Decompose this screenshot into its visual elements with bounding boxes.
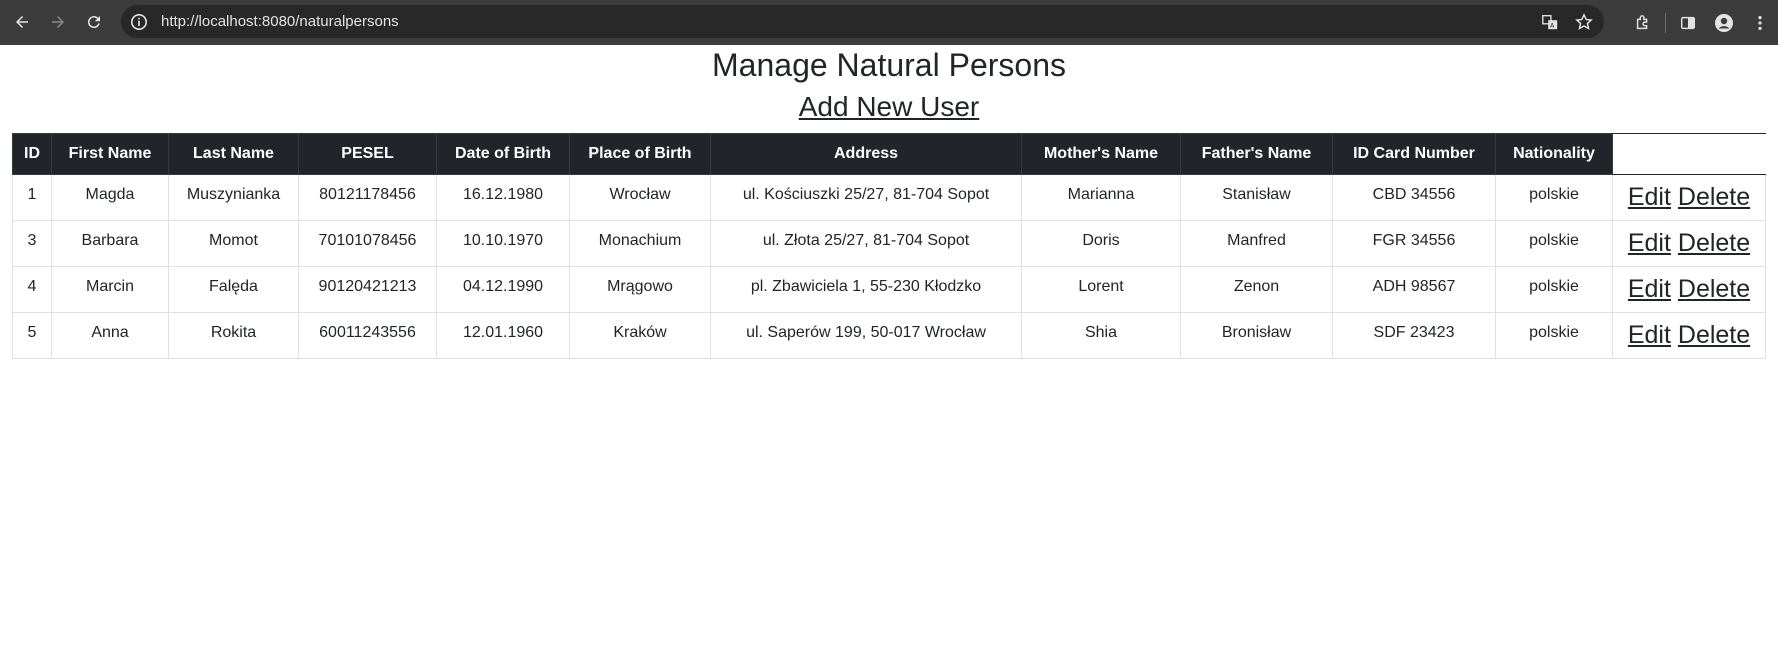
cell-id: 4 bbox=[12, 266, 52, 313]
column-header-actions bbox=[1612, 133, 1766, 175]
cell-last-name: Momot bbox=[168, 220, 299, 267]
delete-link[interactable]: Delete bbox=[1678, 275, 1750, 303]
cell-nationality: polskie bbox=[1495, 220, 1613, 267]
cell-id-card-number: FGR 34556 bbox=[1332, 220, 1496, 267]
cell-place-of-birth: Kraków bbox=[569, 312, 711, 359]
column-header-last-name: Last Name bbox=[168, 133, 299, 175]
column-header-first-name: First Name bbox=[51, 133, 169, 175]
cell-place-of-birth: Wrocław bbox=[569, 174, 711, 221]
column-header-mothers-name: Mother's Name bbox=[1021, 133, 1181, 175]
toolbar-separator bbox=[1665, 12, 1666, 33]
column-header-id: ID bbox=[12, 133, 52, 175]
cell-nationality: polskie bbox=[1495, 312, 1613, 359]
cell-pesel: 90120421213 bbox=[298, 266, 437, 313]
cell-mothers-name: Lorent bbox=[1021, 266, 1181, 313]
cell-last-name: Falęda bbox=[168, 266, 299, 313]
cell-mothers-name: Marianna bbox=[1021, 174, 1181, 221]
cell-actions: Edit Delete bbox=[1612, 174, 1766, 221]
cell-fathers-name: Manfred bbox=[1180, 220, 1333, 267]
delete-link[interactable]: Delete bbox=[1678, 321, 1750, 349]
extensions-icon[interactable] bbox=[1625, 5, 1661, 41]
edit-link[interactable]: Edit bbox=[1628, 321, 1671, 349]
cell-first-name: Anna bbox=[51, 312, 169, 359]
column-header-fathers-name: Father's Name bbox=[1180, 133, 1333, 175]
table-row: 5 Anna Rokita 60011243556 12.01.1960 Kra… bbox=[12, 312, 1766, 359]
add-new-user-link-wrapper: Add New User bbox=[0, 91, 1778, 123]
cell-actions: Edit Delete bbox=[1612, 266, 1766, 313]
table-row: 4 Marcin Falęda 90120421213 04.12.1990 M… bbox=[12, 266, 1766, 313]
back-icon[interactable] bbox=[4, 4, 40, 40]
cell-mothers-name: Shia bbox=[1021, 312, 1181, 359]
translate-icon[interactable]: A bbox=[1540, 12, 1560, 32]
cell-pesel: 70101078456 bbox=[298, 220, 437, 267]
cell-place-of-birth: Monachium bbox=[569, 220, 711, 267]
cell-date-of-birth: 12.01.1960 bbox=[436, 312, 570, 359]
column-header-date-of-birth: Date of Birth bbox=[436, 133, 570, 175]
delete-link[interactable]: Delete bbox=[1678, 229, 1750, 257]
side-panel-icon[interactable] bbox=[1670, 5, 1706, 41]
forward-icon[interactable] bbox=[40, 4, 76, 40]
cell-fathers-name: Bronisław bbox=[1180, 312, 1333, 359]
page-title: Manage Natural Persons bbox=[712, 47, 1066, 83]
cell-first-name: Barbara bbox=[51, 220, 169, 267]
column-header-id-card-number: ID Card Number bbox=[1332, 133, 1496, 175]
cell-mothers-name: Doris bbox=[1021, 220, 1181, 267]
page-content: Manage Natural Persons Add New User ID F… bbox=[0, 45, 1778, 670]
reload-icon[interactable] bbox=[76, 4, 112, 40]
cell-nationality: polskie bbox=[1495, 174, 1613, 221]
cell-id: 1 bbox=[12, 174, 52, 221]
table-row: 3 Barbara Momot 70101078456 10.10.1970 M… bbox=[12, 220, 1766, 267]
edit-link[interactable]: Edit bbox=[1628, 229, 1671, 257]
cell-address: ul. Złota 25/27, 81-704 Sopot bbox=[710, 220, 1022, 267]
column-header-nationality: Nationality bbox=[1495, 133, 1613, 175]
table-row: 1 Magda Muszynianka 80121178456 16.12.19… bbox=[12, 174, 1766, 221]
delete-link[interactable]: Delete bbox=[1678, 183, 1750, 211]
cell-date-of-birth: 16.12.1980 bbox=[436, 174, 570, 221]
cell-address: ul. Kościuszki 25/27, 81-704 Sopot bbox=[710, 174, 1022, 221]
bookmark-star-icon[interactable] bbox=[1574, 12, 1594, 32]
natural-persons-table: ID First Name Last Name PESEL Date of Bi… bbox=[12, 133, 1766, 359]
cell-id-card-number: CBD 34556 bbox=[1332, 174, 1496, 221]
column-header-address: Address bbox=[710, 133, 1022, 175]
cell-id: 5 bbox=[12, 312, 52, 359]
cell-last-name: Muszynianka bbox=[168, 174, 299, 221]
table-header-row: ID First Name Last Name PESEL Date of Bi… bbox=[12, 133, 1766, 175]
cell-first-name: Marcin bbox=[51, 266, 169, 313]
cell-fathers-name: Zenon bbox=[1180, 266, 1333, 313]
address-bar[interactable]: http://localhost:8080/naturalpersons A bbox=[121, 5, 1604, 38]
menu-kebab-icon[interactable] bbox=[1742, 5, 1778, 41]
cell-id: 3 bbox=[12, 220, 52, 267]
cell-place-of-birth: Mrągowo bbox=[569, 266, 711, 313]
cell-id-card-number: SDF 23423 bbox=[1332, 312, 1496, 359]
cell-last-name: Rokita bbox=[168, 312, 299, 359]
edit-link[interactable]: Edit bbox=[1628, 183, 1671, 211]
add-new-user-link[interactable]: Add New User bbox=[799, 91, 980, 122]
cell-date-of-birth: 10.10.1970 bbox=[436, 220, 570, 267]
cell-pesel: 60011243556 bbox=[298, 312, 437, 359]
cell-date-of-birth: 04.12.1990 bbox=[436, 266, 570, 313]
column-header-place-of-birth: Place of Birth bbox=[569, 133, 711, 175]
cell-address: pl. Zbawiciela 1, 55-230 Kłodzko bbox=[710, 266, 1022, 313]
url-text[interactable]: http://localhost:8080/naturalpersons bbox=[161, 13, 399, 30]
cell-address: ul. Saperów 199, 50-017 Wrocław bbox=[710, 312, 1022, 359]
cell-nationality: polskie bbox=[1495, 266, 1613, 313]
svg-text:A: A bbox=[1550, 22, 1555, 29]
cell-pesel: 80121178456 bbox=[298, 174, 437, 221]
cell-actions: Edit Delete bbox=[1612, 312, 1766, 359]
site-info-icon[interactable] bbox=[129, 12, 149, 32]
cell-id-card-number: ADH 98567 bbox=[1332, 266, 1496, 313]
column-header-pesel: PESEL bbox=[298, 133, 437, 175]
profile-avatar-icon[interactable] bbox=[1706, 5, 1742, 41]
cell-actions: Edit Delete bbox=[1612, 220, 1766, 267]
cell-first-name: Magda bbox=[51, 174, 169, 221]
browser-toolbar: http://localhost:8080/naturalpersons A bbox=[0, 0, 1778, 45]
cell-fathers-name: Stanisław bbox=[1180, 174, 1333, 221]
edit-link[interactable]: Edit bbox=[1628, 275, 1671, 303]
